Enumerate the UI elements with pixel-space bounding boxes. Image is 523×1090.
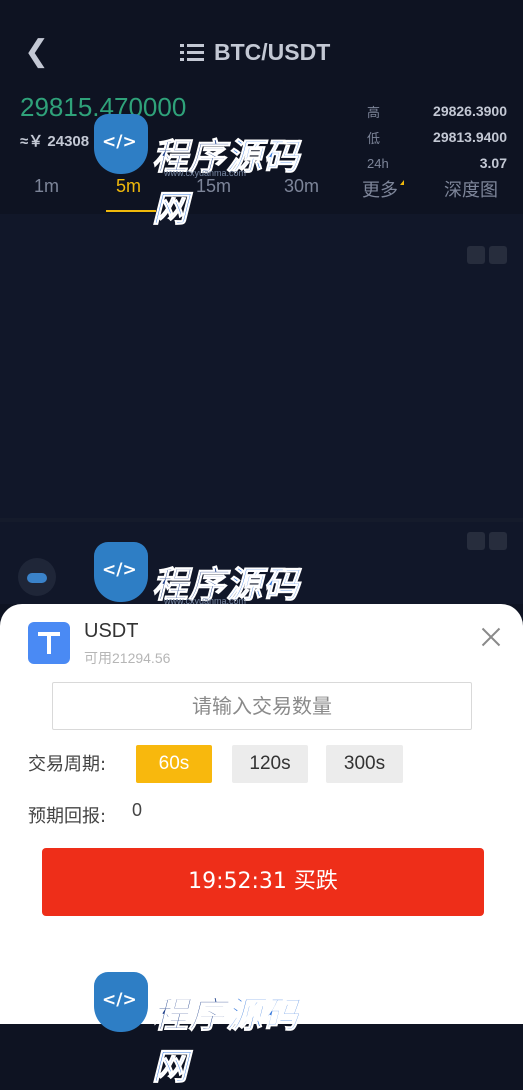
stat-high: 高 29826.3900 [367, 98, 507, 124]
top-bar: ❮ BTC/USDT [0, 0, 523, 100]
corner-triangle-icon [400, 180, 404, 185]
tab-depth[interactable]: 深度图 [444, 176, 498, 202]
watermark: 程序源码网 [94, 960, 324, 1089]
cloud-icon[interactable] [18, 558, 56, 596]
stat-value: 29826.3900 [433, 103, 507, 119]
stat-low: 低 29813.9400 [367, 124, 507, 150]
ticker-stats: 高 29826.3900 低 29813.9400 24h 3.07 [367, 98, 507, 176]
pair-selector[interactable]: BTC/USDT [180, 36, 330, 68]
active-tab-indicator [106, 210, 156, 212]
period-label: 交易周期: [28, 754, 107, 775]
chart-control-button[interactable] [489, 532, 507, 550]
period-button-300s[interactable]: 300s [326, 745, 403, 783]
watermark: 程序源码网 www.cxyuanma.com [94, 102, 324, 231]
stat-label: 高 [367, 104, 381, 120]
available-balance: 可用21294.56 [84, 650, 171, 666]
period-button-60s[interactable]: 60s [136, 745, 212, 783]
order-sheet: USDT 可用21294.56 交易周期: 60s 120s 300s 预期回报… [0, 604, 523, 1089]
watermark-logo-icon [94, 542, 148, 602]
volume-controls [467, 532, 507, 550]
page-title: BTC/USDT [214, 38, 331, 65]
coin-name: USDT [84, 620, 139, 642]
tab-more[interactable]: 更多 [362, 176, 404, 202]
quantity-input[interactable] [52, 682, 472, 730]
stat-value: 3.07 [479, 155, 507, 171]
watermark-logo-icon [94, 972, 148, 1032]
chart-control-button[interactable] [467, 532, 485, 550]
watermark-logo-icon [94, 114, 148, 174]
kline-chart[interactable] [0, 214, 523, 518]
tab-1m[interactable]: 1m [34, 176, 59, 197]
buy-down-button[interactable]: 19:52:31 买跌 [42, 848, 484, 916]
chart-controls [467, 246, 507, 264]
list-icon [180, 42, 204, 62]
watermark-url: www.cxyuanma.com [164, 168, 247, 178]
expected-return-label: 预期回报: [28, 806, 107, 827]
tether-icon [28, 622, 70, 664]
chart-control-button[interactable] [489, 246, 507, 264]
chart-control-button[interactable] [467, 246, 485, 264]
tab-more-label: 更多 [362, 180, 398, 200]
back-arrow-icon[interactable]: ❮ [24, 36, 52, 68]
stat-label: 24h [367, 155, 389, 171]
stat-value: 29813.9400 [433, 129, 507, 145]
cny-price: ≈￥ 24308 [20, 133, 90, 150]
expected-return-value: 0 [132, 800, 143, 820]
period-button-120s[interactable]: 120s [232, 745, 308, 783]
watermark-text: 程序 [151, 995, 227, 1037]
stat-label: 低 [367, 130, 381, 146]
watermark: 程序源码网 www.cxyuanma.com [94, 530, 324, 659]
close-icon[interactable] [478, 624, 504, 650]
